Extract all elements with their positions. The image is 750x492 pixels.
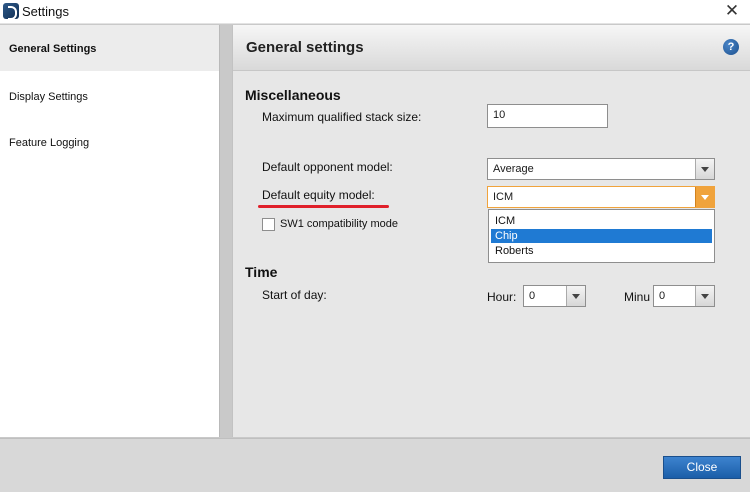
sidebar-item-display-settings[interactable]: Display Settings xyxy=(0,85,219,107)
window-title: Settings xyxy=(22,4,69,19)
close-icon[interactable]: ✕ xyxy=(722,0,742,22)
sidebar: General Settings Display Settings Featur… xyxy=(0,25,220,437)
chevron-down-icon[interactable] xyxy=(566,286,585,306)
sw1-compat-label: SW1 compatibility mode xyxy=(280,218,398,230)
dropdown-option-icm[interactable]: ICM xyxy=(491,214,712,228)
dropdown-option-chip[interactable]: Chip xyxy=(491,229,712,243)
page-title: General settings xyxy=(246,39,364,56)
opponent-model-value: Average xyxy=(493,163,534,175)
max-stack-label: Maximum qualified stack size: xyxy=(262,110,422,124)
hour-select[interactable]: 0 xyxy=(523,285,586,307)
equity-model-label: Default equity model: xyxy=(262,188,375,202)
app-logo-icon xyxy=(3,3,19,20)
dialog-footer xyxy=(0,438,750,492)
annotation-underline xyxy=(258,205,389,208)
hour-label: Hour: xyxy=(487,290,517,304)
dropdown-option-roberts[interactable]: Roberts xyxy=(491,244,712,258)
opponent-model-select[interactable]: Average xyxy=(487,158,715,180)
section-title-time: Time xyxy=(245,264,278,280)
help-icon[interactable]: ? xyxy=(723,39,739,55)
minute-value: 0 xyxy=(659,290,666,302)
opponent-model-label: Default opponent model: xyxy=(262,160,393,174)
hour-value: 0 xyxy=(529,290,536,302)
chevron-down-icon[interactable] xyxy=(695,159,714,179)
close-button[interactable]: Close xyxy=(663,456,741,479)
sidebar-item-feature-logging[interactable]: Feature Logging xyxy=(0,131,219,153)
title-bar: Settings ✕ xyxy=(0,0,750,24)
sw1-compat-checkbox[interactable] xyxy=(262,218,275,231)
max-stack-input[interactable]: 10 xyxy=(487,104,608,128)
section-title-miscellaneous: Miscellaneous xyxy=(245,87,341,103)
panel-header: General settings ? xyxy=(233,25,750,71)
sidebar-item-general-settings[interactable]: General Settings xyxy=(0,25,219,71)
chevron-down-icon[interactable] xyxy=(695,187,714,207)
start-of-day-label: Start of day: xyxy=(262,288,327,302)
minute-label: Minu xyxy=(624,290,651,304)
equity-model-select[interactable]: ICM xyxy=(487,186,715,208)
minute-select[interactable]: 0 xyxy=(653,285,715,307)
equity-model-dropdown: ICM Chip Roberts xyxy=(488,209,715,263)
equity-model-value: ICM xyxy=(493,191,514,203)
chevron-down-icon[interactable] xyxy=(695,286,714,306)
